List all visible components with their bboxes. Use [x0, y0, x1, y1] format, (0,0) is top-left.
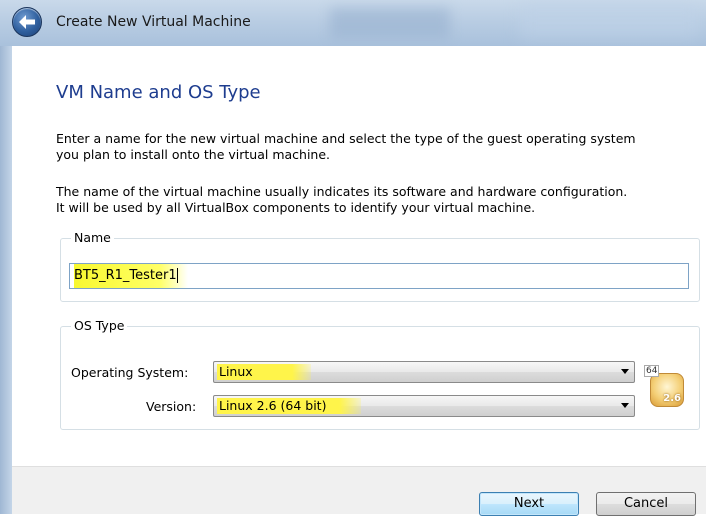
linux-icon: 2.6 64	[644, 365, 686, 409]
name-group: Name BT5_R1_Tester1	[60, 230, 700, 302]
back-button[interactable]	[12, 7, 42, 37]
wizard-button-bar: Next Cancel	[12, 466, 706, 516]
operating-system-label: Operating System:	[71, 365, 189, 380]
intro-text: Enter a name for the new virtual machine…	[56, 131, 636, 163]
next-button[interactable]: Next	[479, 492, 579, 516]
title-bar: Create New Virtual Machine	[0, 0, 706, 46]
text-caret	[176, 268, 178, 283]
dropdown-arrow-icon	[621, 403, 629, 408]
vm-name-highlight: BT5_R1_Tester1	[74, 264, 188, 288]
version-select[interactable]: Linux 2.6 (64 bit)	[213, 395, 635, 417]
background-blur	[520, 4, 700, 38]
window-title: Create New Virtual Machine	[56, 14, 251, 30]
background-blur	[330, 8, 450, 38]
info-line-2: It will be used by all VirtualBox compon…	[56, 200, 536, 215]
operating-system-value: Linux	[217, 364, 311, 380]
vm-name-input[interactable]: BT5_R1_Tester1	[69, 263, 689, 289]
operating-system-select[interactable]: Linux	[213, 361, 635, 383]
page-title: VM Name and OS Type	[56, 82, 261, 103]
dropdown-arrow-icon	[621, 369, 629, 374]
vm-name-value: BT5_R1_Tester1	[74, 268, 177, 283]
version-label: Version:	[146, 399, 197, 414]
os-badge: 2.6	[650, 373, 684, 407]
intro-line-1: Enter a name for the new virtual machine…	[56, 131, 636, 146]
os-type-group-legend: OS Type	[71, 318, 128, 333]
info-text: The name of the virtual machine usually …	[56, 184, 627, 216]
name-group-legend: Name	[71, 230, 114, 245]
wizard-content: VM Name and OS Type Enter a name for the…	[12, 46, 706, 466]
cancel-button[interactable]: Cancel	[596, 492, 696, 516]
intro-line-2: you plan to install onto the virtual mac…	[56, 147, 331, 162]
version-value: Linux 2.6 (64 bit)	[217, 398, 361, 414]
os-icon-version: 2.6	[663, 393, 681, 404]
os-type-group: OS Type Operating System: Linux Version:…	[60, 318, 700, 430]
info-line-1: The name of the virtual machine usually …	[56, 184, 628, 199]
os-icon-bits: 64	[644, 365, 660, 377]
window-frame-left	[0, 46, 12, 514]
